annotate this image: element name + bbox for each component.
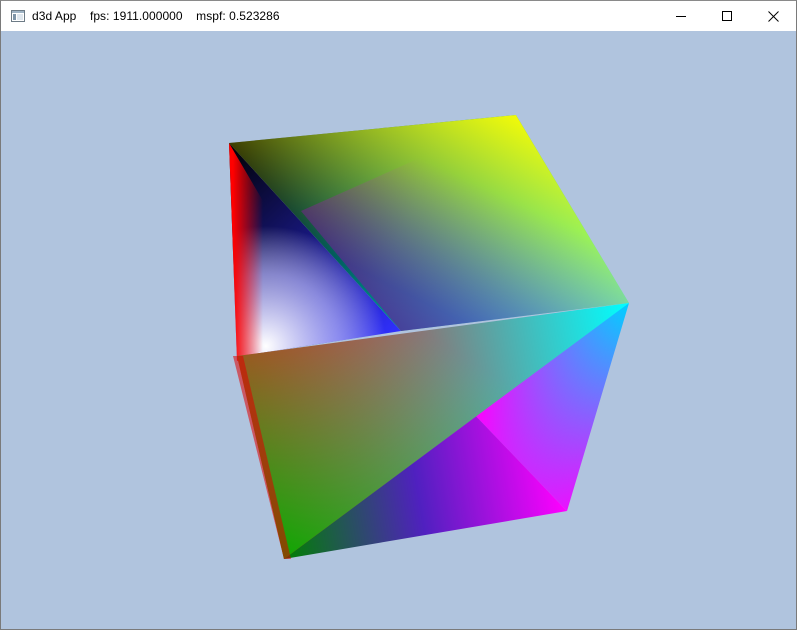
- fps-readout: fps: 1911.000000: [89, 9, 183, 23]
- minimize-icon: [676, 16, 686, 17]
- maximize-button[interactable]: [704, 1, 750, 31]
- mspf-readout: mspf: 0.523286: [196, 9, 280, 23]
- close-icon: [767, 10, 779, 22]
- window-app-icon: [11, 10, 25, 22]
- minimize-button[interactable]: [658, 1, 704, 31]
- caption-buttons: [658, 1, 796, 31]
- window-title: d3d App: [32, 9, 77, 23]
- title-bar[interactable]: d3d App fps: 1911.000000 mspf: 0.523286: [1, 1, 796, 31]
- close-button[interactable]: [750, 1, 796, 31]
- render-viewport[interactable]: [1, 31, 796, 629]
- app-window: d3d App fps: 1911.000000 mspf: 0.523286: [0, 0, 797, 630]
- scene-canvas: [1, 31, 796, 629]
- maximize-icon: [722, 11, 732, 21]
